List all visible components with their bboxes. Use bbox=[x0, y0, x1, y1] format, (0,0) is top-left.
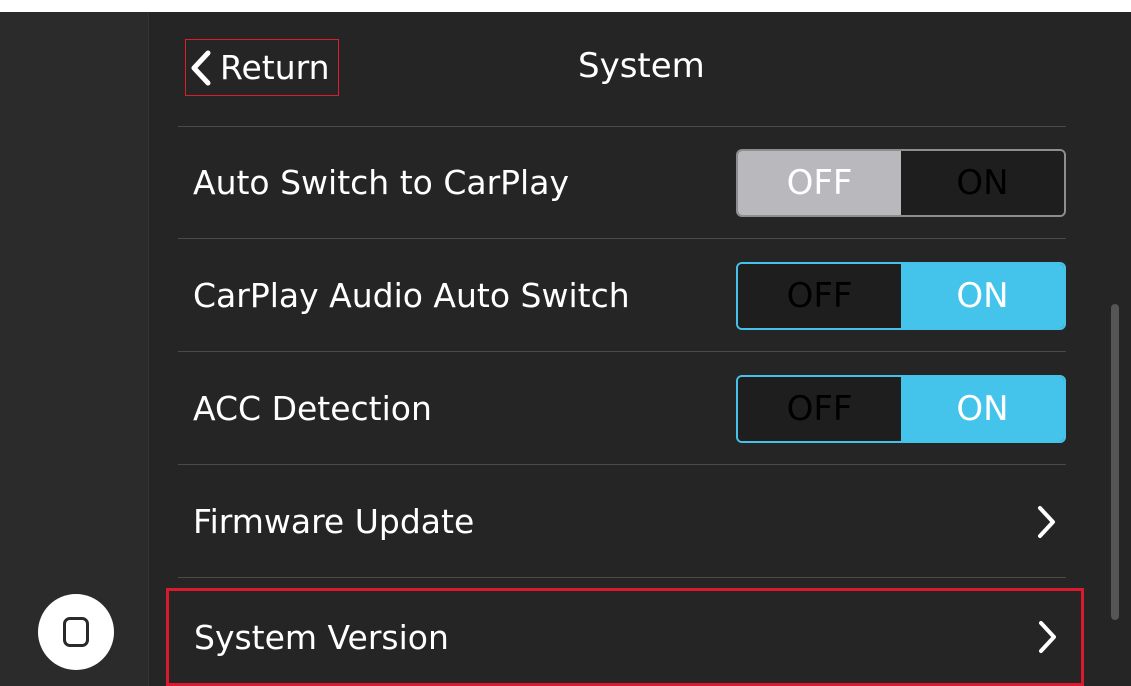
return-label: Return bbox=[220, 48, 330, 87]
setting-row-system-version[interactable]: System Version bbox=[166, 588, 1084, 686]
acc-detection-toggle[interactable]: OFF ON bbox=[736, 374, 1066, 443]
home-button[interactable] bbox=[38, 594, 114, 670]
setting-label: System Version bbox=[194, 617, 449, 657]
toggle-on-option[interactable]: ON bbox=[901, 376, 1064, 441]
scrollbar[interactable] bbox=[1111, 304, 1119, 620]
toggle-off-option[interactable]: OFF bbox=[738, 376, 901, 441]
page-title: System bbox=[578, 46, 705, 86]
setting-row-carplay-audio-auto-switch: CarPlay Audio Auto Switch OFF ON bbox=[178, 240, 1066, 352]
toggle-on-option[interactable]: ON bbox=[901, 150, 1064, 215]
header: Return System bbox=[178, 12, 1066, 127]
setting-label: Firmware Update bbox=[193, 502, 475, 541]
chevron-left-icon bbox=[191, 50, 211, 85]
toggle-off-option[interactable]: OFF bbox=[738, 150, 901, 215]
auto-switch-carplay-toggle[interactable]: OFF ON bbox=[736, 148, 1066, 217]
toggle-off-option[interactable]: OFF bbox=[738, 263, 901, 328]
toggle-on-option[interactable]: ON bbox=[901, 263, 1064, 328]
setting-label: Auto Switch to CarPlay bbox=[193, 163, 569, 202]
home-icon bbox=[63, 617, 89, 647]
setting-label: CarPlay Audio Auto Switch bbox=[193, 276, 630, 315]
left-sidebar bbox=[0, 12, 149, 686]
setting-row-auto-switch-carplay: Auto Switch to CarPlay OFF ON bbox=[178, 127, 1066, 239]
chevron-right-icon bbox=[1038, 505, 1055, 538]
chevron-right-icon bbox=[1039, 621, 1056, 653]
setting-row-acc-detection: ACC Detection OFF ON bbox=[178, 353, 1066, 465]
setting-label: ACC Detection bbox=[193, 389, 432, 428]
setting-row-firmware-update[interactable]: Firmware Update bbox=[178, 466, 1066, 578]
system-settings-screen: Return System Auto Switch to CarPlay OFF… bbox=[0, 12, 1131, 686]
carplay-audio-auto-switch-toggle[interactable]: OFF ON bbox=[736, 261, 1066, 330]
return-button[interactable]: Return bbox=[185, 39, 339, 96]
